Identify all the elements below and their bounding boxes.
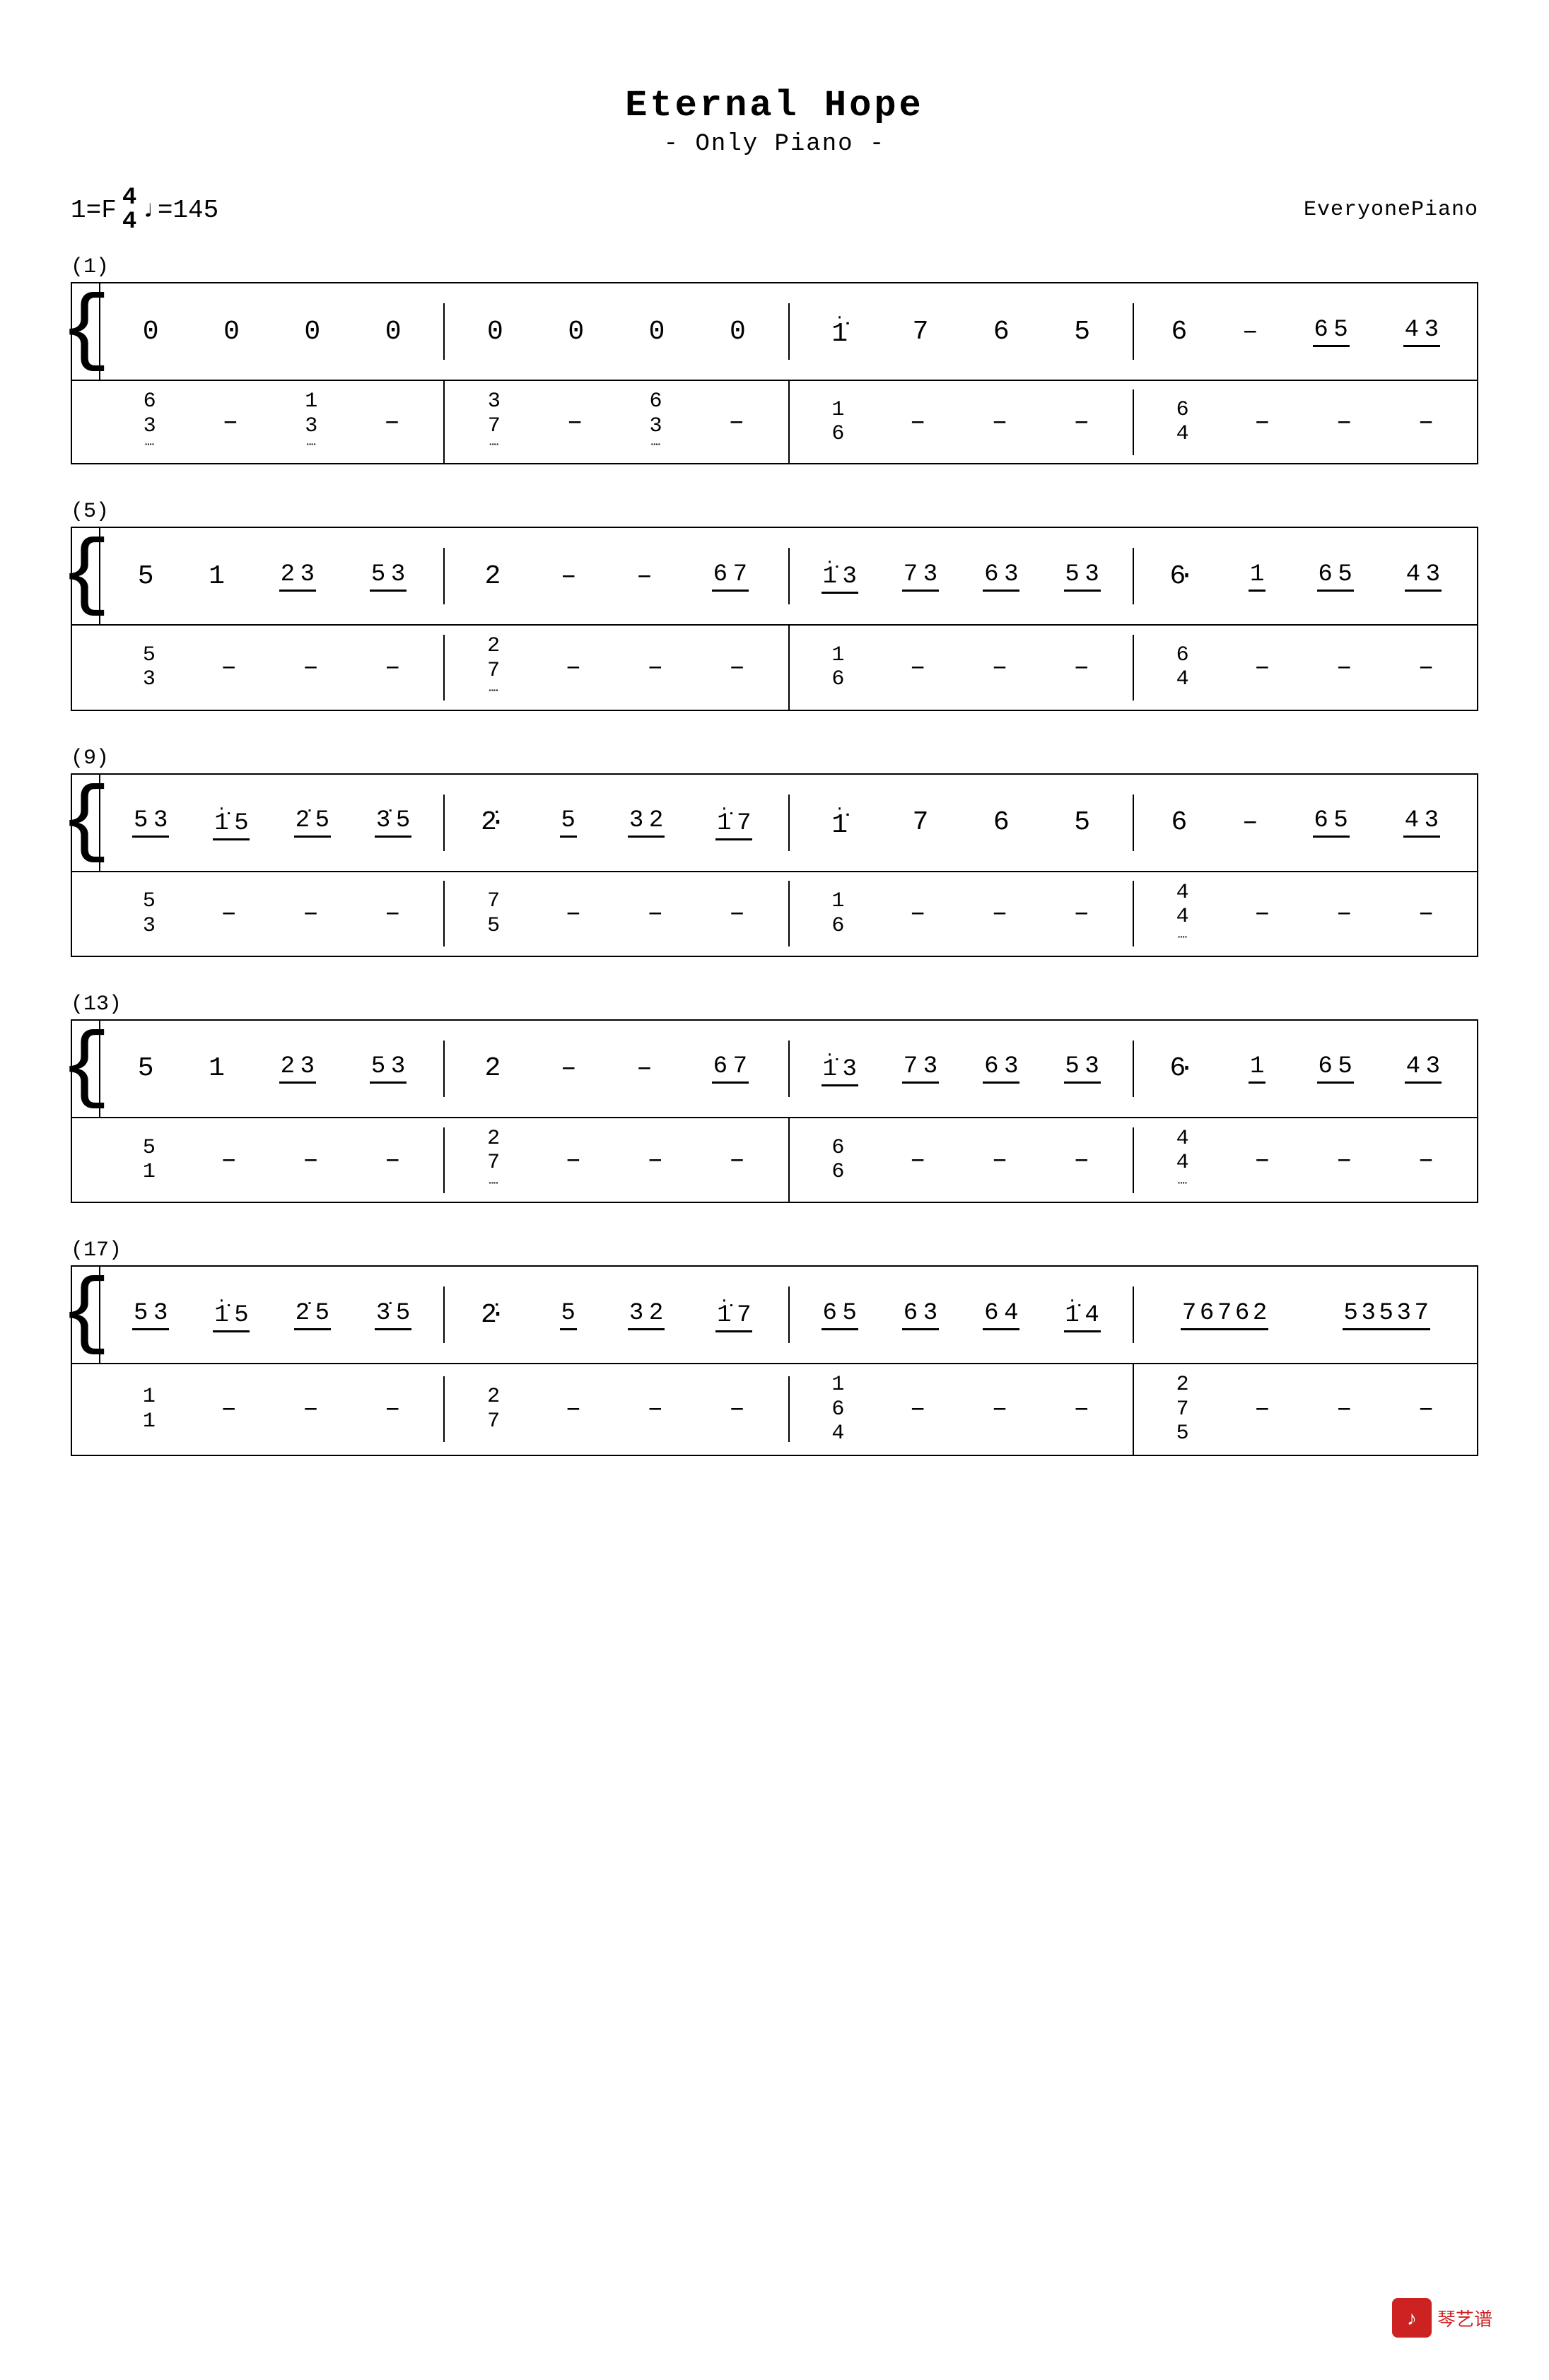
section-1-label: (1) bbox=[71, 255, 1478, 279]
meta-row: 1=F 4 4 ♩=145 EveryonePiano bbox=[71, 186, 1478, 234]
section-17: { 5 3 1̇ 5 2̇ 5 3̇ 5 bbox=[71, 1265, 1478, 1456]
section-9: { 5 3 1̇ 5 2̇ 5 3̇ 5 bbox=[71, 773, 1478, 957]
bass-staff-5: 53 – – – 27┈ – – – 16 – – – 64 – – – bbox=[72, 626, 1477, 709]
title-main: Eternal Hope bbox=[57, 85, 1492, 127]
note: 0 bbox=[223, 317, 240, 347]
time-signature: 4 4 bbox=[122, 186, 136, 234]
measure-5-3: 1̇ 3 7 3 6 3 5 3 bbox=[790, 548, 1134, 604]
key-label: 1=F bbox=[71, 196, 117, 225]
note: 0 bbox=[385, 317, 402, 347]
chord: 64 bbox=[1176, 398, 1189, 447]
note: 7 bbox=[912, 317, 929, 347]
measure-1-2: 0 0 0 0 bbox=[445, 303, 789, 360]
chord: 37┈ bbox=[488, 389, 501, 455]
note: 6 bbox=[1171, 317, 1188, 347]
note: 6 bbox=[993, 317, 1010, 347]
svg-text:♪: ♪ bbox=[1407, 2308, 1417, 2330]
treble-staff-9: { 5 3 1̇ 5 2̇ 5 3̇ 5 bbox=[72, 775, 1477, 872]
note: 3 bbox=[1423, 317, 1440, 344]
chord: 16 bbox=[831, 398, 844, 447]
measure-5-4: 6 1 6 5 4 3 bbox=[1134, 548, 1477, 604]
treble-staff-5: { 5 1 2 3 5 3 2 – – 6 7 bbox=[72, 528, 1477, 626]
time-den: 4 bbox=[122, 210, 136, 234]
key-time: 1=F 4 4 ♩=145 bbox=[71, 186, 218, 234]
bass-staff-1: 63┈ – 13┈ – 37┈ – 63┈ – 16 – – – 64 – – bbox=[72, 381, 1477, 463]
bass-measure-1-3: 16 – – – bbox=[790, 389, 1134, 455]
watermark: ♪ 琴艺谱 bbox=[1392, 2298, 1492, 2338]
measure-5-1: 5 1 2 3 5 3 bbox=[100, 548, 445, 604]
section-9-label: (9) bbox=[71, 746, 1478, 770]
section-1: { 0 0 0 0 0 0 0 0 1̇ 7 6 5 bbox=[71, 282, 1478, 464]
page-title: Eternal Hope - Only Piano - bbox=[57, 85, 1492, 158]
beam-group: 4 3 bbox=[1403, 317, 1440, 347]
note: 0 bbox=[568, 317, 585, 347]
beam-group: 6 5 bbox=[1313, 317, 1350, 347]
note: 4 bbox=[1403, 317, 1420, 344]
note: 0 bbox=[648, 317, 665, 347]
tempo: ♩=145 bbox=[142, 196, 218, 225]
chord: 13┈ bbox=[305, 389, 317, 455]
treble-measures-1: 0 0 0 0 0 0 0 0 1̇ 7 6 5 6 – bbox=[100, 303, 1477, 360]
bass-measure-1-4: 64 – – – bbox=[1134, 389, 1477, 455]
bass-measures-1: 63┈ – 13┈ – 37┈ – 63┈ – 16 – – – 64 – – bbox=[100, 381, 1477, 463]
note: 5 bbox=[1333, 317, 1350, 344]
section-13: { 5 1 2 3 5 3 2 – – 6 7 bbox=[71, 1019, 1478, 1203]
treble-measures-5: 5 1 2 3 5 3 2 – – 6 7 bbox=[100, 548, 1477, 604]
measure-5-2: 2 – – 6 7 bbox=[445, 548, 789, 604]
watermark-text: 琴艺谱 bbox=[1437, 2305, 1492, 2331]
brace-5: { bbox=[72, 528, 100, 624]
watermark-icon: ♪ bbox=[1392, 2298, 1432, 2338]
measure-1-3: 1̇ 7 6 5 bbox=[790, 303, 1134, 360]
note: 0 bbox=[142, 317, 159, 347]
bass-measure-1-1: 63┈ – 13┈ – bbox=[100, 381, 445, 463]
note: 1̇ bbox=[831, 314, 848, 349]
section-13-label: (13) bbox=[71, 992, 1478, 1016]
bass-measures-5: 53 – – – 27┈ – – – 16 – – – 64 – – – bbox=[100, 626, 1477, 709]
section-17-label: (17) bbox=[71, 1238, 1478, 1262]
note: 0 bbox=[729, 317, 746, 347]
brand-label: EveryonePiano bbox=[1304, 198, 1478, 222]
section-5: { 5 1 2 3 5 3 2 – – 6 7 bbox=[71, 527, 1478, 710]
section-5-label: (5) bbox=[71, 500, 1478, 524]
measure-1-4: 6 – 6 5 4 3 bbox=[1134, 303, 1477, 360]
chord: 63┈ bbox=[650, 389, 662, 455]
time-num: 4 bbox=[122, 186, 136, 210]
note: 0 bbox=[304, 317, 321, 347]
bass-measure-1-2: 37┈ – 63┈ – bbox=[445, 381, 789, 463]
note: 6 bbox=[1313, 317, 1330, 344]
treble-staff-1: { 0 0 0 0 0 0 0 0 1̇ 7 6 5 bbox=[72, 283, 1477, 381]
note: – bbox=[1241, 317, 1258, 347]
chord: 63┈ bbox=[144, 389, 156, 455]
brace-1: { bbox=[72, 283, 100, 380]
title-sub: - Only Piano - bbox=[57, 131, 1492, 158]
note: 0 bbox=[486, 317, 503, 347]
note: 5 bbox=[1074, 317, 1091, 347]
measure-1-1: 0 0 0 0 bbox=[100, 303, 445, 360]
